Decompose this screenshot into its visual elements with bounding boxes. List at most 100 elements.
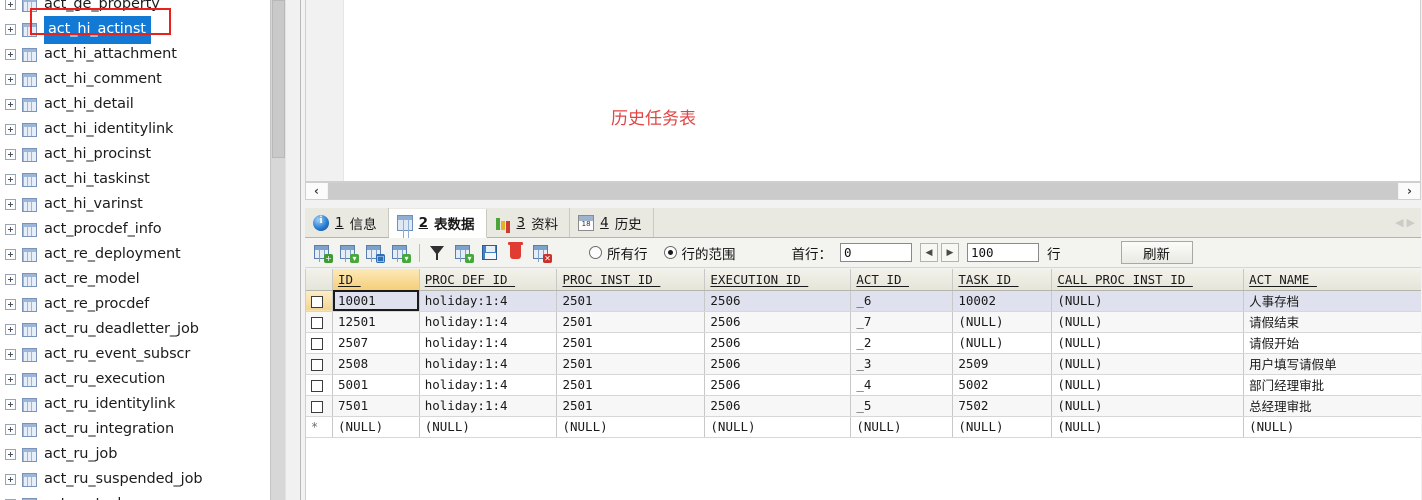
- cell-TASK_ID_[interactable]: (NULL): [952, 332, 1053, 354]
- tree-item-act_hi_actinst[interactable]: act_hi_actinst: [0, 15, 270, 44]
- expander-plus-icon[interactable]: [5, 449, 16, 460]
- column-header-ACT_NAME_[interactable]: ACT_NAME_: [1243, 269, 1421, 291]
- expander-plus-icon[interactable]: [5, 199, 16, 210]
- cell-ACT_NAME_[interactable]: 请假结束: [1243, 311, 1421, 333]
- cell-PROC_DEF_ID_[interactable]: holiday:1:4: [419, 374, 558, 396]
- save-button[interactable]: [479, 242, 501, 264]
- data-grid-body[interactable]: 10001 holiday:1:4 2501 2506 _6 10002 (NULL) 人事存…: [306, 290, 1421, 438]
- cell-PROC_DEF_ID_[interactable]: holiday:1:4: [419, 395, 558, 417]
- row-range-controls[interactable]: 首行： 0 ◀ ▶ 100 行: [792, 243, 1061, 263]
- expander-plus-icon[interactable]: [5, 99, 16, 110]
- delete-record-button[interactable]: [505, 241, 527, 264]
- expander-plus-icon[interactable]: [5, 174, 16, 185]
- cell-ACT_ID_[interactable]: _5: [850, 395, 954, 417]
- cell-PROC_DEF_ID_[interactable]: holiday:1:4: [419, 290, 558, 312]
- expander-plus-icon[interactable]: [5, 474, 16, 485]
- tree-item-act_ru_task[interactable]: act_ru_task: [0, 492, 270, 500]
- cell-ACT_NAME_[interactable]: 请假开始: [1243, 332, 1421, 354]
- cell-TASK_ID_[interactable]: 7502: [952, 395, 1053, 417]
- cell-PROC_INST_ID_[interactable]: 2501: [556, 353, 706, 375]
- cell-ACT_NAME_[interactable]: 部门经理审批: [1243, 374, 1421, 396]
- cell-EXECUTION_ID_[interactable]: 2506: [704, 290, 852, 312]
- row-selector-cell[interactable]: [306, 311, 334, 333]
- table-row[interactable]: 5001 holiday:1:4 2501 2506 _4 5002 (NULL) 部门经理审…: [306, 374, 1421, 396]
- new-cell-ACT_NAME_[interactable]: (NULL): [1243, 416, 1421, 438]
- duplicate-record-button[interactable]: □: [364, 242, 386, 264]
- cell-TASK_ID_[interactable]: 5002: [952, 374, 1053, 396]
- filter-button[interactable]: [427, 242, 449, 264]
- table-row[interactable]: 2507 holiday:1:4 2501 2506 _2 (NULL) (NULL) 请假开…: [306, 332, 1421, 354]
- tree-item-act_ru_integration[interactable]: act_ru_integration: [0, 417, 270, 442]
- tab-nav-arrows[interactable]: ◀ ▶: [1395, 208, 1421, 237]
- row-selector-cell[interactable]: [306, 290, 334, 312]
- column-header-TASK_ID_[interactable]: TASK_ID_: [952, 269, 1053, 291]
- column-header-CALL_PROC_INST_ID_[interactable]: CALL_PROC_INST_ID_: [1051, 269, 1245, 291]
- new-cell-TASK_ID_[interactable]: (NULL): [952, 416, 1053, 438]
- new-cell-PROC_DEF_ID_[interactable]: (NULL): [419, 416, 558, 438]
- new-cell-CALL_PROC_INST_ID_[interactable]: (NULL): [1051, 416, 1245, 438]
- cell-TASK_ID_[interactable]: (NULL): [952, 311, 1053, 333]
- column-header-PROC_INST_ID_[interactable]: PROC_INST_ID_: [556, 269, 706, 291]
- cell-EXECUTION_ID_[interactable]: 2506: [704, 353, 852, 375]
- data-grid[interactable]: ID_ PROC_DEF_ID_ PROC_INST_ID_ EXECUTION_ID…: [305, 269, 1421, 500]
- cell-ACT_ID_[interactable]: _2: [850, 332, 954, 354]
- cell-PROC_INST_ID_[interactable]: 2501: [556, 332, 706, 354]
- tree-item-act_ru_deadletter_job[interactable]: act_ru_deadletter_job: [0, 317, 270, 342]
- row-checkbox[interactable]: [311, 295, 323, 308]
- expander-plus-icon[interactable]: [5, 399, 16, 410]
- data-grid-header-row[interactable]: ID_ PROC_DEF_ID_ PROC_INST_ID_ EXECUTION_ID…: [306, 269, 1421, 291]
- new-cell-EXECUTION_ID_[interactable]: (NULL): [704, 416, 852, 438]
- cell-ID_[interactable]: 5001: [332, 374, 420, 396]
- scroll-right-icon[interactable]: ›: [1399, 183, 1420, 199]
- cell-ID_[interactable]: 10001: [332, 290, 420, 312]
- diagram-canvas[interactable]: 历史任务表: [305, 0, 1421, 182]
- table-row[interactable]: 7501 holiday:1:4 2501 2506 _5 7502 (NULL) 总经理审批: [306, 395, 1421, 417]
- radio-indicator-icon[interactable]: [589, 246, 602, 259]
- tree-item-act_hi_attachment[interactable]: act_hi_attachment: [0, 42, 270, 67]
- cell-EXECUTION_ID_[interactable]: 2506: [704, 332, 852, 354]
- expander-plus-icon[interactable]: [5, 124, 16, 135]
- tab-strip[interactable]: 1 信息 2 表数据 3 资料 4 历史 ◀ ▶: [305, 208, 1421, 238]
- row-selector-cell[interactable]: [306, 374, 334, 396]
- row-checkbox[interactable]: [311, 337, 323, 350]
- radio-indicator-icon[interactable]: [663, 246, 677, 259]
- cell-TASK_ID_[interactable]: 2509: [952, 353, 1053, 375]
- cell-ID_[interactable]: 2508: [332, 353, 420, 375]
- expander-plus-icon[interactable]: [5, 424, 16, 435]
- tree-item-act_ge_property[interactable]: act_ge_property: [0, 0, 270, 17]
- tree-item-act_procdef_info[interactable]: act_procdef_info: [0, 217, 270, 242]
- row-checkbox[interactable]: [311, 379, 323, 392]
- table-row[interactable]: 2508 holiday:1:4 2501 2506 _3 2509 (NULL) 用户填写请…: [306, 353, 1421, 375]
- new-cell-PROC_INST_ID_[interactable]: (NULL): [556, 416, 706, 438]
- tree-item-act_ru_execution[interactable]: act_ru_execution: [0, 367, 270, 392]
- row-spinner[interactable]: ◀ ▶: [920, 243, 959, 262]
- row-selector-cell[interactable]: [306, 353, 334, 375]
- cell-TASK_ID_[interactable]: 10002: [952, 290, 1053, 312]
- cell-PROC_INST_ID_[interactable]: 2501: [556, 374, 706, 396]
- expander-plus-icon[interactable]: [5, 224, 16, 235]
- tab-历史[interactable]: 4 历史: [570, 208, 654, 237]
- scrollbar-track[interactable]: [328, 183, 1398, 199]
- radio-row-range[interactable]: 行的范围: [663, 243, 736, 263]
- table-row[interactable]: 12501 holiday:1:4 2501 2506 _7 (NULL) (NULL) 请假…: [306, 311, 1421, 333]
- row-scope-radio-group[interactable]: 所有行 行的范围: [589, 243, 736, 263]
- expander-plus-icon[interactable]: [5, 349, 16, 360]
- expander-plus-icon[interactable]: [5, 299, 16, 310]
- cell-ID_[interactable]: 7501: [332, 395, 420, 417]
- cell-PROC_DEF_ID_[interactable]: holiday:1:4: [419, 353, 558, 375]
- canvas-horizontal-scrollbar[interactable]: ‹ ›: [305, 182, 1421, 200]
- refresh-data-button[interactable]: ▾: [453, 242, 475, 264]
- cell-CALL_PROC_INST_ID_[interactable]: (NULL): [1051, 353, 1245, 375]
- tree-item-act_hi_identitylink[interactable]: act_hi_identitylink: [0, 117, 270, 142]
- tree-item-act_hi_varinst[interactable]: act_hi_varinst: [0, 192, 270, 217]
- cell-ID_[interactable]: 2507: [332, 332, 420, 354]
- expander-plus-icon[interactable]: [5, 324, 16, 335]
- row-checkbox[interactable]: [311, 400, 323, 413]
- tree-item-act_re_deployment[interactable]: act_re_deployment: [0, 242, 270, 267]
- object-tree-pane[interactable]: act_ge_property act_hi_actinst act_hi_atta…: [0, 0, 270, 500]
- tab-资料[interactable]: 3 资料: [487, 208, 571, 237]
- tree-item-act_ru_job[interactable]: act_ru_job: [0, 442, 270, 467]
- refresh-button[interactable]: 刷新: [1120, 241, 1193, 264]
- expander-plus-icon[interactable]: [5, 149, 16, 160]
- scroll-left-icon[interactable]: ‹: [306, 183, 327, 199]
